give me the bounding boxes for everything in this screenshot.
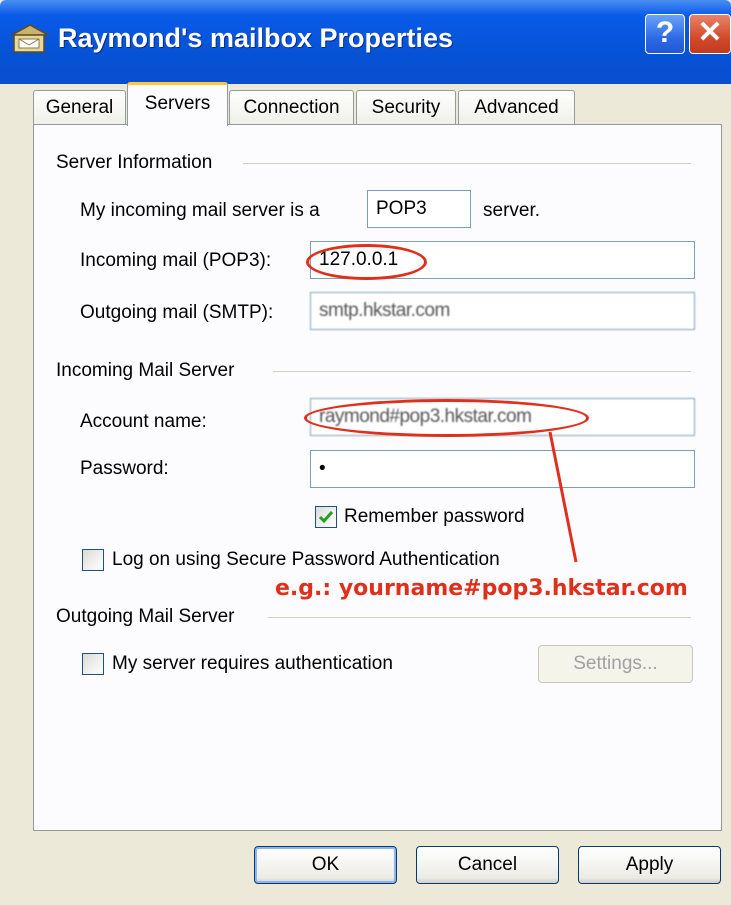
incoming-type-label: My incoming mail server is a xyxy=(80,200,320,221)
outgoing-mail-server-heading: Outgoing Mail Server xyxy=(56,606,235,627)
highlight-oval xyxy=(306,244,427,280)
outgoing-mail-input[interactable]: smtp.hkstar.com xyxy=(310,292,695,330)
incoming-mail-server-heading: Incoming Mail Server xyxy=(56,360,235,381)
annotation-text: e.g.: yourname#pop3.hkstar.com xyxy=(275,576,688,601)
apply-button[interactable]: Apply xyxy=(578,846,721,884)
password-input[interactable]: • xyxy=(310,450,695,488)
mailbox-icon xyxy=(11,24,49,53)
separator xyxy=(243,163,691,164)
checkmark-icon xyxy=(318,511,334,524)
auth-required-label[interactable]: My server requires authentication xyxy=(112,653,393,675)
spa-checkbox[interactable] xyxy=(82,549,104,571)
remember-password-checkbox[interactable] xyxy=(315,506,337,528)
title-bar: Raymond's mailbox Properties ? ✕ xyxy=(0,0,731,84)
tab-servers[interactable]: Servers xyxy=(127,82,228,126)
account-name-label: Account name: xyxy=(80,411,207,433)
tab-security[interactable]: Security xyxy=(356,90,456,124)
password-label: Password: xyxy=(80,458,169,479)
window-title: Raymond's mailbox Properties xyxy=(58,23,454,53)
tab-connection[interactable]: Connection xyxy=(229,90,354,124)
tab-general[interactable]: General xyxy=(33,90,126,124)
separator xyxy=(273,371,691,372)
help-button[interactable]: ? xyxy=(645,14,685,54)
auth-required-checkbox[interactable] xyxy=(82,653,104,675)
annotation-arrow xyxy=(548,431,578,563)
cancel-button[interactable]: Cancel xyxy=(416,846,559,884)
incoming-mail-label: Incoming mail (POP3): xyxy=(80,250,272,271)
close-button[interactable]: ✕ xyxy=(689,14,731,54)
incoming-type-suffix: server. xyxy=(483,200,541,221)
tab-advanced[interactable]: Advanced xyxy=(458,90,575,124)
remember-password-label[interactable]: Remember password xyxy=(344,506,525,528)
ok-button[interactable]: OK xyxy=(254,846,397,884)
spa-label[interactable]: Log on using Secure Password Authenticat… xyxy=(112,549,500,571)
settings-button[interactable]: Settings... xyxy=(538,645,693,683)
incoming-type-value: POP3 xyxy=(367,190,471,228)
account-name-text: Account name: xyxy=(80,411,207,432)
separator xyxy=(268,617,691,618)
outgoing-mail-label: Outgoing mail (SMTP): xyxy=(80,302,274,323)
server-information-heading: Server Information xyxy=(56,152,213,173)
